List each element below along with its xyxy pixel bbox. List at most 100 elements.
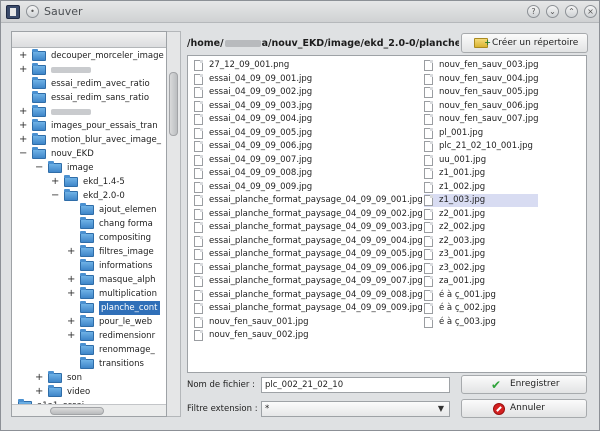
close-icon[interactable]: × [584, 5, 597, 18]
file-item[interactable]: essai_04_09_09_008.jpg [194, 167, 420, 180]
file-item[interactable]: essai_04_09_09_007.jpg [194, 154, 420, 167]
tree-item[interactable]: + video [12, 385, 166, 399]
tree-item[interactable]: − ekd_2.0-0 [12, 189, 166, 203]
file-item[interactable]: essai_04_09_09_002.jpg [194, 86, 420, 99]
tree-item[interactable]: essai_redim_sans_ratio [12, 91, 166, 105]
tree-item[interactable]: informations [12, 259, 166, 273]
file-item[interactable]: essai_04_09_09_005.jpg [194, 127, 420, 140]
tree-item[interactable]: + son [12, 371, 166, 385]
path-prefix: /home/ [187, 38, 224, 49]
tree-item[interactable]: + redimensionr [12, 329, 166, 343]
file-item[interactable]: z1_003.jpg [424, 194, 538, 207]
file-item[interactable]: essai_04_09_09_003.jpg [194, 100, 420, 113]
file-item[interactable]: essai_planche_format_paysage_04_09_09_00… [194, 275, 423, 288]
tree-item[interactable]: ajout_elemen [12, 203, 166, 217]
file-item[interactable]: essai_04_09_09_004.jpg [194, 113, 420, 126]
expand-icon[interactable]: + [67, 287, 75, 301]
tree-horizontal-scrollbar[interactable] [12, 404, 166, 416]
expand-icon[interactable]: + [19, 105, 27, 119]
expand-icon[interactable]: + [35, 371, 43, 385]
maximize-icon[interactable]: ⌃ [565, 5, 578, 18]
file-item[interactable]: nouv_fen_sauv_006.jpg [424, 100, 539, 113]
tree-item[interactable]: planche_cont [12, 301, 166, 315]
minimize-icon[interactable]: ⌄ [546, 5, 559, 18]
file-item[interactable]: essai_planche_format_paysage_04_09_09_00… [194, 194, 423, 207]
file-item[interactable]: é à ç_002.jpg [424, 302, 538, 315]
redacted-label [51, 66, 91, 73]
tree-item[interactable]: + ekd_1.4-5 [12, 175, 166, 189]
file-item[interactable]: z3_002.jpg [424, 262, 538, 275]
file-item[interactable]: é à ç_001.jpg [424, 289, 538, 302]
collapse-icon[interactable]: − [35, 161, 43, 175]
expand-icon[interactable]: + [19, 119, 27, 133]
file-item[interactable]: z2_001.jpg [424, 208, 538, 221]
tree-item[interactable]: chang forma [12, 217, 166, 231]
file-item[interactable]: essai_04_09_09_009.jpg [194, 181, 420, 194]
file-item[interactable]: nouv_fen_sauv_005.jpg [424, 86, 539, 99]
file-item[interactable]: uu_001.jpg [424, 154, 538, 167]
tree-item[interactable]: compositing [12, 231, 166, 245]
expand-icon[interactable]: + [67, 315, 75, 329]
tree-vertical-scrollbar[interactable] [167, 31, 181, 417]
save-button[interactable]: ✔ Enregistrer [461, 375, 587, 394]
cancel-button[interactable]: Annuler [461, 399, 587, 418]
file-item[interactable]: z2_003.jpg [424, 235, 538, 248]
file-item[interactable]: nouv_fen_sauv_004.jpg [424, 73, 539, 86]
extension-filter-select[interactable]: * ▼ [261, 401, 450, 417]
tree-item[interactable]: + masque_alph [12, 273, 166, 287]
create-folder-button[interactable]: Créer un répertoire [461, 33, 588, 53]
expand-icon[interactable]: + [51, 175, 59, 189]
file-item[interactable]: essai_planche_format_paysage_04_09_09_00… [194, 289, 423, 302]
tree-horizontal-scrollbar-thumb[interactable] [50, 407, 104, 415]
file-item[interactable]: pl_001.jpg [424, 127, 538, 140]
expand-icon[interactable]: + [67, 245, 75, 259]
file-item[interactable]: z1_002.jpg [424, 181, 538, 194]
file-item[interactable]: é à ç_003.jpg [424, 316, 538, 329]
file-item[interactable]: z1_001.jpg [424, 167, 538, 180]
tree-item[interactable]: − nouv_EKD [12, 147, 166, 161]
file-item[interactable]: plc_21_02_10_001.jpg [424, 140, 538, 153]
file-list[interactable]: 27_12_09_001.png essai_04_09_09_001.jpg es… [187, 55, 587, 373]
expand-icon[interactable]: + [35, 385, 43, 399]
file-item[interactable]: z3_001.jpg [424, 248, 538, 261]
file-item[interactable]: essai_planche_format_paysage_04_09_09_00… [194, 248, 423, 261]
file-item[interactable]: nouv_fen_sauv_007.jpg [424, 113, 539, 126]
file-item[interactable]: 27_12_09_001.png [194, 59, 420, 72]
tree-item[interactable]: + [12, 63, 166, 77]
file-item[interactable]: essai_planche_format_paysage_04_09_09_00… [194, 302, 423, 315]
file-item[interactable]: essai_04_09_09_001.jpg [194, 73, 420, 86]
file-item[interactable]: essai_planche_format_paysage_04_09_09_00… [194, 221, 423, 234]
file-item[interactable]: essai_planche_format_paysage_04_09_09_00… [194, 235, 423, 248]
expand-icon[interactable]: + [67, 329, 75, 343]
file-item[interactable]: essai_planche_format_paysage_04_09_09_00… [194, 208, 423, 221]
expand-icon[interactable]: + [19, 49, 27, 63]
expand-icon[interactable]: + [19, 133, 27, 147]
tree-item[interactable]: + images_pour_essais_tran [12, 119, 166, 133]
file-item[interactable]: nouv_fen_sauv_002.jpg [194, 329, 420, 342]
tree-item[interactable]: + [12, 105, 166, 119]
collapse-icon[interactable]: − [19, 147, 27, 161]
filename-input[interactable] [261, 377, 450, 393]
tree-item[interactable]: transitions [12, 357, 166, 371]
file-item[interactable]: nouv_fen_sauv_003.jpg [424, 59, 539, 72]
tree-item[interactable]: + motion_blur_avec_image_ [12, 133, 166, 147]
tree-item[interactable]: renommage_ [12, 343, 166, 357]
tree-item[interactable]: − image [12, 161, 166, 175]
file-item[interactable]: essai_planche_format_paysage_04_09_09_00… [194, 262, 423, 275]
file-item[interactable]: za_001.jpg [424, 275, 538, 288]
expand-icon[interactable]: + [19, 63, 27, 77]
tree-item[interactable]: + multiplication [12, 287, 166, 301]
file-item[interactable]: essai_04_09_09_006.jpg [194, 140, 420, 153]
tree-item[interactable]: + pour_le_web [12, 315, 166, 329]
directory-tree[interactable]: + decouper_morceler_image + essai_redim_ave… [11, 31, 167, 417]
pin-icon[interactable]: • [26, 5, 39, 18]
file-item[interactable]: z2_002.jpg [424, 221, 538, 234]
expand-icon[interactable]: + [67, 273, 75, 287]
tree-item[interactable]: + decouper_morceler_image [12, 49, 166, 63]
help-icon[interactable]: ? [527, 5, 540, 18]
tree-item[interactable]: essai_redim_avec_ratio [12, 77, 166, 91]
file-item[interactable]: nouv_fen_sauv_001.jpg [194, 316, 420, 329]
tree-vertical-scrollbar-thumb[interactable] [169, 72, 178, 136]
tree-item[interactable]: + filtres_image [12, 245, 166, 259]
collapse-icon[interactable]: − [51, 189, 59, 203]
